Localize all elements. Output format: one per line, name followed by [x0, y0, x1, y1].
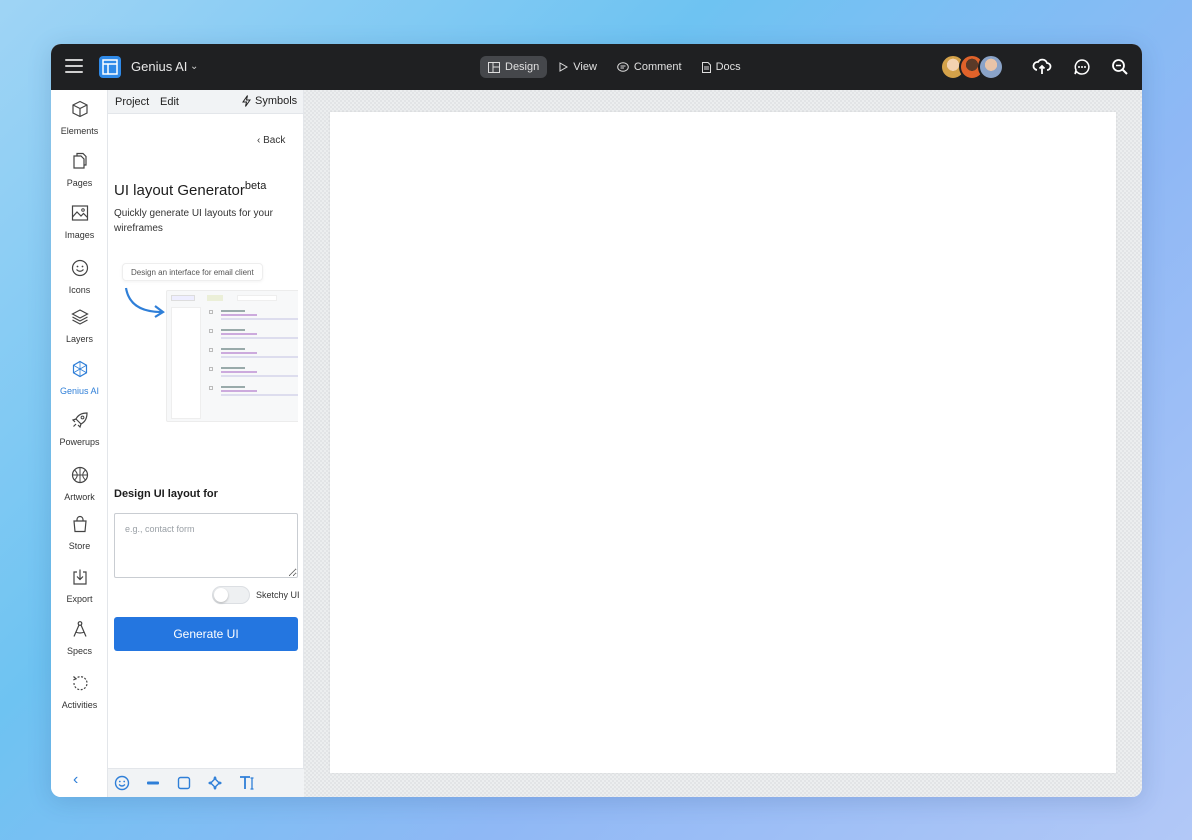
bottom-toolbar: [108, 768, 345, 797]
layout-prompt-input[interactable]: [114, 513, 298, 578]
mode-tabs: Design View Comment Docs: [480, 56, 749, 78]
rail-item-label: Store: [68, 541, 91, 551]
rail-item-powerups[interactable]: Powerups: [51, 411, 108, 450]
move-tool-icon[interactable]: [207, 775, 223, 791]
history-icon: [72, 676, 88, 691]
tab-label: View: [573, 61, 597, 73]
rail-item-store[interactable]: Store: [51, 515, 108, 554]
symbols-button[interactable]: Symbols: [242, 95, 297, 107]
rail-item-label: Export: [66, 594, 93, 604]
section-label: Design UI layout for: [114, 488, 218, 500]
back-button[interactable]: ‹ Back: [257, 135, 285, 146]
lightning-icon: [242, 95, 251, 107]
project-menu[interactable]: Project: [115, 96, 149, 108]
rail-item-images[interactable]: Images: [51, 204, 108, 243]
rail-item-layers[interactable]: Layers: [51, 308, 108, 347]
menu-icon[interactable]: [65, 59, 83, 73]
rail-item-label: Genius AI: [59, 386, 100, 396]
rail-item-label: Powerups: [59, 437, 100, 447]
line-tool-icon[interactable]: [145, 775, 161, 791]
tab-comment[interactable]: Comment: [609, 56, 690, 78]
panel-title: UI layout Generatorbeta: [114, 180, 267, 199]
rail-item-label: Specs: [66, 646, 92, 656]
edit-menu[interactable]: Edit: [160, 96, 179, 108]
arrow-icon: [124, 287, 165, 318]
rail-item-label: Layers: [65, 334, 93, 344]
document-icon: [701, 61, 711, 73]
upload-cloud-icon[interactable]: [1032, 57, 1052, 77]
rectangle-tool-icon[interactable]: [176, 775, 192, 791]
rail-item-genius-ai[interactable]: Genius AI: [51, 360, 108, 399]
rail-item-label: Icons: [68, 285, 91, 295]
tab-design[interactable]: Design: [480, 56, 548, 78]
left-rail: Elements Pages Images Icons Layers Geniu…: [51, 90, 108, 797]
rocket-icon: [71, 412, 88, 429]
zoom-search-icon[interactable]: [1110, 57, 1130, 77]
genius-ai-icon: [72, 360, 87, 378]
project-name[interactable]: Genius AI: [131, 59, 187, 74]
app-logo-icon: [99, 56, 121, 78]
rail-item-specs[interactable]: Specs: [51, 620, 108, 659]
artwork-icon: [71, 466, 88, 484]
panel-header: Project Edit Symbols: [108, 90, 303, 114]
rail-item-artwork[interactable]: Artwork: [51, 466, 108, 505]
email-client-mockup: [166, 290, 298, 422]
panel-description: Quickly generate UI layouts for your wir…: [114, 208, 273, 234]
collaborator-avatars[interactable]: [940, 54, 1004, 80]
compass-icon: [72, 621, 87, 637]
avatar[interactable]: [978, 54, 1004, 80]
smiley-tool-icon[interactable]: [114, 775, 130, 791]
beta-badge: beta: [244, 180, 267, 192]
play-icon: [559, 62, 569, 72]
pages-icon: [72, 152, 87, 169]
rail-item-label: Activities: [61, 700, 98, 710]
text-tool-icon[interactable]: [239, 775, 255, 791]
rail-item-activities[interactable]: Activities: [51, 674, 108, 713]
chevron-down-icon[interactable]: ⌄: [190, 61, 198, 72]
rail-item-pages[interactable]: Pages: [51, 152, 108, 191]
tab-label: Comment: [633, 61, 682, 73]
app-window: Genius AI ⌄ Design View Comment Docs Ele…: [51, 44, 1142, 797]
smiley-icon: [71, 259, 88, 277]
rail-item-label: Artwork: [64, 492, 95, 502]
layout-icon: [488, 61, 500, 73]
tab-label: Design: [505, 61, 540, 73]
rail-item-label: Images: [64, 230, 95, 240]
rail-item-export[interactable]: Export: [51, 568, 108, 607]
tab-docs[interactable]: Docs: [694, 56, 749, 78]
tab-view[interactable]: View: [551, 56, 605, 78]
tab-label: Docs: [715, 61, 741, 73]
symbols-label: Symbols: [255, 95, 298, 107]
bag-icon: [72, 515, 87, 533]
collapse-rail-button[interactable]: ‹: [73, 771, 78, 789]
illustration-prompt: Design an interface for email client: [122, 263, 263, 281]
layers-icon: [70, 309, 89, 325]
image-icon: [71, 205, 88, 221]
generate-ui-button[interactable]: Generate UI: [114, 617, 298, 651]
rail-item-label: Pages: [66, 178, 93, 188]
rail-item-label: Elements: [60, 126, 99, 136]
rail-item-icons[interactable]: Icons: [51, 259, 108, 298]
back-label: Back: [263, 135, 286, 146]
sketchy-ui-label: Sketchy UI: [256, 590, 300, 600]
sketchy-ui-toggle[interactable]: [212, 586, 250, 604]
comment-icon: [617, 61, 629, 72]
artboard[interactable]: [330, 112, 1116, 773]
chat-icon[interactable]: [1072, 57, 1092, 77]
genius-ai-panel: Project Edit Symbols ‹ Back UI layout Ge…: [108, 90, 304, 797]
rail-item-elements[interactable]: Elements: [51, 100, 108, 139]
illustration: Design an interface for email client: [114, 256, 298, 426]
export-icon: [72, 569, 87, 585]
top-bar: Genius AI ⌄ Design View Comment Docs: [51, 44, 1142, 90]
design-canvas[interactable]: [304, 90, 1142, 797]
cube-icon: [71, 100, 88, 118]
